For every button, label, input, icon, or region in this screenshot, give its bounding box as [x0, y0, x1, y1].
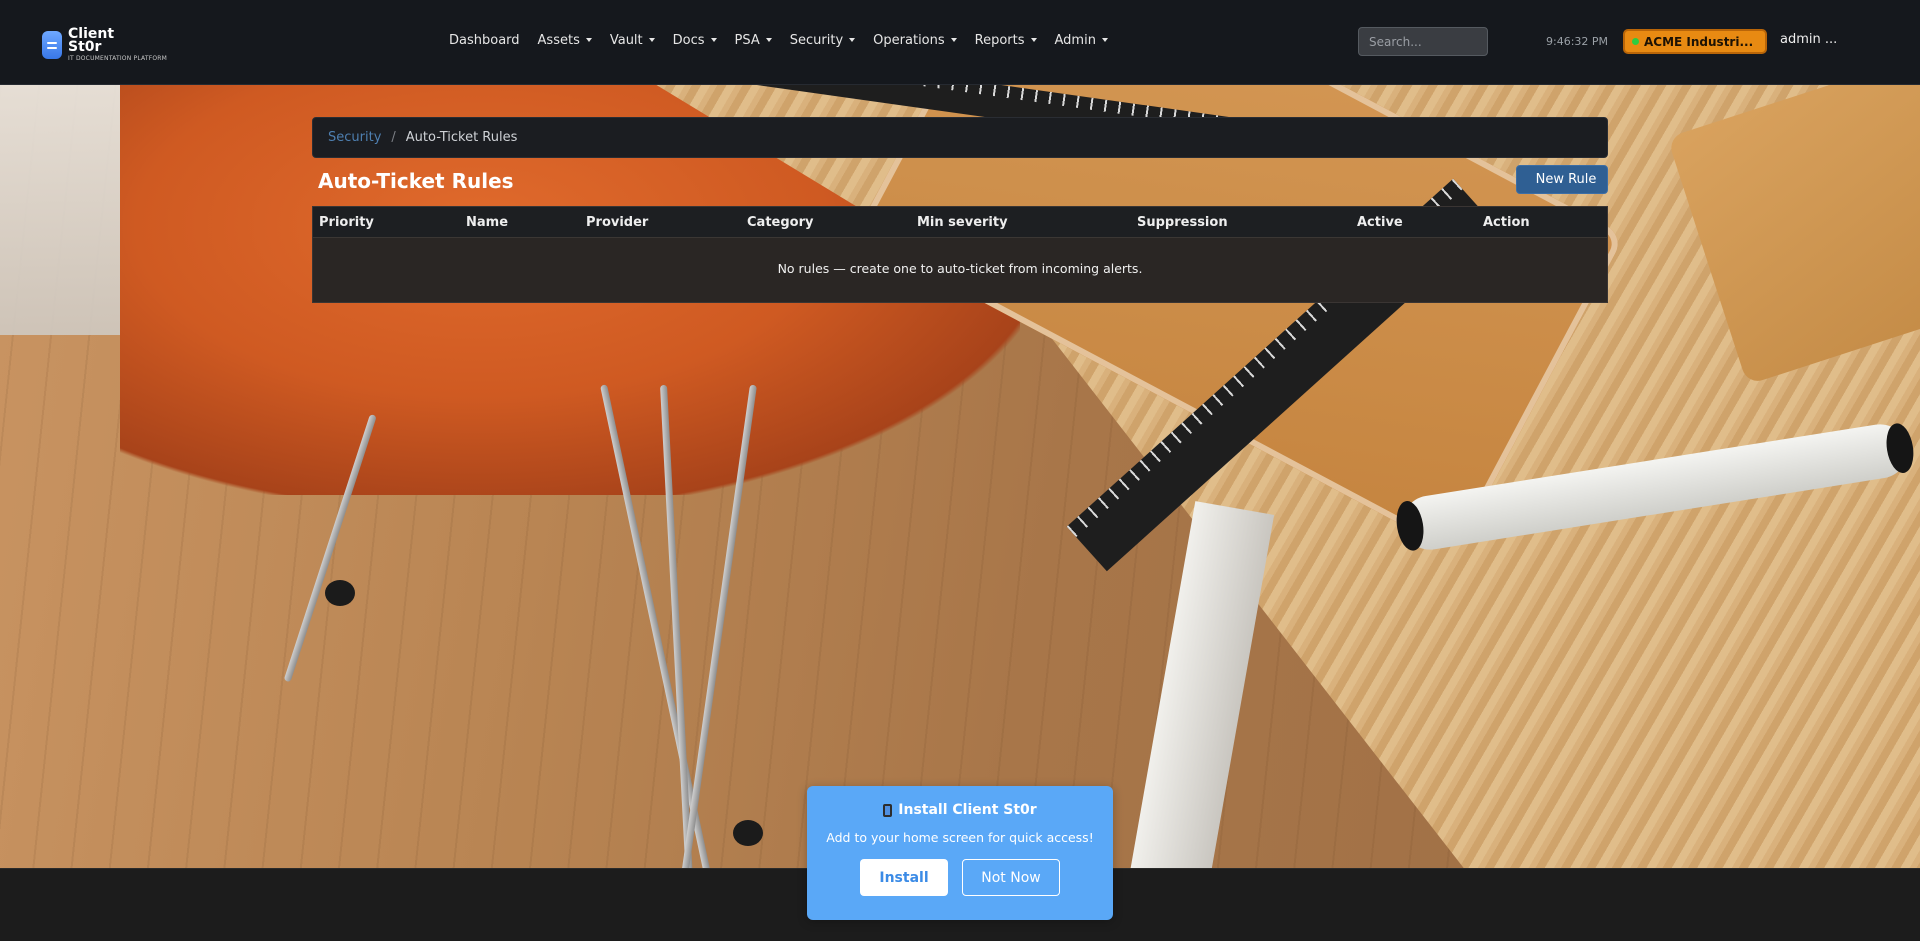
nav-operations[interactable]: Operations — [864, 33, 965, 48]
brand-tagline: IT DOCUMENTATION PLATFORM — [68, 55, 168, 62]
breadcrumb-current: Auto-Ticket Rules — [405, 130, 518, 145]
install-app-prompt: Install Client St0r Add to your home scr… — [807, 786, 1113, 920]
breadcrumb: Security / Auto-Ticket Rules — [312, 117, 1608, 158]
nav-label: Reports — [974, 32, 1025, 48]
nav-label: Docs — [672, 32, 705, 48]
page-header: Auto-Ticket Rules New Rule — [312, 158, 1608, 206]
user-menu[interactable]: admin ... — [1780, 32, 1837, 47]
column-header-suppression: Suppression — [1137, 214, 1228, 230]
column-header-min-severity: Min severity — [917, 214, 1008, 230]
table-empty-message: No rules — create one to auto-ticket fro… — [777, 261, 1143, 276]
nav-label: Dashboard — [449, 32, 520, 48]
nav-docs[interactable]: Docs — [664, 33, 726, 48]
install-prompt-title: Install Client St0r — [807, 802, 1113, 818]
new-rule-button[interactable]: New Rule — [1516, 165, 1608, 194]
nav-reports[interactable]: Reports — [966, 33, 1046, 48]
column-header-provider: Provider — [586, 214, 649, 230]
org-label: ACME Industri... — [1644, 34, 1754, 49]
breadcrumb-link-security[interactable]: Security — [328, 130, 381, 145]
caret-down-icon — [765, 38, 772, 42]
brand-logo-link[interactable]: Client St0r IT DOCUMENTATION PLATFORM — [42, 26, 168, 62]
main-nav: Dashboard Assets Vault Docs PSA Security… — [440, 0, 1117, 80]
install-button[interactable]: Install — [860, 859, 948, 896]
caret-down-icon — [710, 38, 717, 42]
column-header-action: Action — [1483, 214, 1530, 230]
install-prompt-actions: Install Not Now — [807, 859, 1113, 896]
column-header-active: Active — [1357, 214, 1403, 230]
nav-assets[interactable]: Assets — [529, 33, 601, 48]
logo-icon — [42, 31, 62, 59]
rules-table: Priority Name Provider Category Min seve… — [312, 206, 1608, 303]
caret-down-icon — [1030, 38, 1037, 42]
organization-switcher-button[interactable]: ACME Industri... — [1623, 29, 1767, 54]
brand-name: Client St0r — [68, 26, 115, 55]
global-search-input[interactable] — [1358, 27, 1488, 56]
caret-down-icon — [849, 38, 856, 42]
caret-down-icon — [585, 38, 592, 42]
org-status-dot-icon — [1632, 38, 1639, 45]
column-header-name: Name — [466, 214, 509, 230]
nav-label: PSA — [734, 32, 760, 48]
chair-foot — [325, 580, 355, 606]
nav-label: Admin — [1054, 32, 1096, 48]
nav-psa[interactable]: PSA — [726, 33, 781, 48]
top-navbar: Client St0r IT DOCUMENTATION PLATFORM Da… — [0, 0, 1920, 85]
chair-foot — [733, 820, 763, 846]
nav-label: Security — [789, 32, 844, 48]
caret-down-icon — [648, 38, 655, 42]
install-title-text: Install Client St0r — [898, 802, 1037, 818]
brand-text: Client St0r IT DOCUMENTATION PLATFORM — [68, 26, 168, 62]
column-header-priority: Priority — [319, 214, 374, 230]
caret-down-icon — [1101, 38, 1108, 42]
breadcrumb-separator: / — [391, 130, 396, 145]
nav-security[interactable]: Security — [781, 33, 864, 48]
table-header: Priority Name Provider Category Min seve… — [313, 207, 1607, 238]
not-now-button[interactable]: Not Now — [962, 859, 1060, 896]
page-title: Auto-Ticket Rules — [318, 169, 514, 193]
install-prompt-subtitle: Add to your home screen for quick access… — [826, 830, 1094, 845]
column-header-category: Category — [747, 214, 814, 230]
nav-label: Assets — [537, 32, 580, 48]
nav-vault[interactable]: Vault — [601, 33, 664, 48]
nav-admin[interactable]: Admin — [1046, 33, 1117, 48]
caret-down-icon — [950, 38, 957, 42]
phone-icon — [883, 803, 893, 817]
main-content: Security / Auto-Ticket Rules Auto-Ticket… — [312, 117, 1608, 303]
clock-display: 9:46:32 PM — [1546, 35, 1609, 48]
nav-label: Operations — [873, 32, 945, 48]
nav-label: Vault — [609, 32, 643, 48]
nav-dashboard[interactable]: Dashboard — [440, 33, 529, 48]
